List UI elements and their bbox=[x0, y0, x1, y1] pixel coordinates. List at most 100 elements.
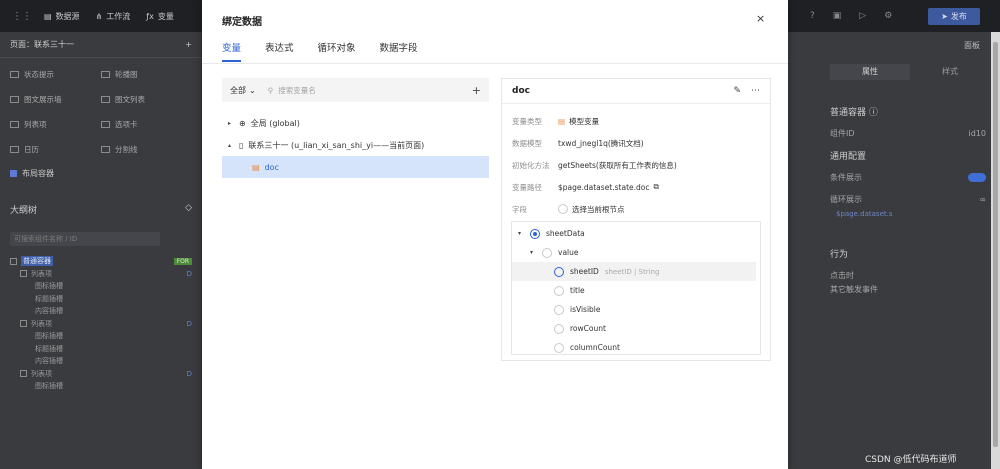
field-radio[interactable] bbox=[554, 304, 564, 315]
field-node[interactable]: columnCount bbox=[512, 338, 760, 357]
outline-node[interactable]: 标题插槽 bbox=[10, 293, 192, 306]
layout-container-group[interactable]: 布局容器 bbox=[0, 166, 202, 181]
layout-icon bbox=[10, 170, 17, 177]
field-node[interactable]: sheetID sheetID | String bbox=[512, 262, 756, 281]
tab-props[interactable]: 属性 bbox=[830, 64, 910, 80]
save-icon[interactable]: ▣ bbox=[833, 11, 842, 21]
expand-icon[interactable]: ◇ bbox=[185, 203, 192, 216]
field-node[interactable]: ▾ sheetData bbox=[512, 224, 760, 243]
select-root-option[interactable]: 选择当前根节点 bbox=[558, 204, 625, 215]
field-radio[interactable] bbox=[554, 285, 564, 296]
variable-menu[interactable]: ƒx 变量 bbox=[146, 11, 174, 22]
add-variable-button[interactable]: + bbox=[472, 84, 481, 97]
caret-right-icon[interactable]: ▸ bbox=[228, 120, 234, 127]
scope-select[interactable]: 全部 ⌄ bbox=[230, 85, 256, 96]
tree-node-doc[interactable]: ▤ doc bbox=[222, 156, 489, 178]
caret-down-icon[interactable]: ▾ bbox=[518, 230, 524, 237]
toolbar-actions: ? ▣ ▷ ⚙ bbox=[810, 0, 892, 32]
left-panel: 页面：联系三十一 + 状态提示 轮播图 图文展示墙 图文列表 列表项 选项卡 日历 分割线 布… bbox=[0, 32, 202, 469]
detail-actions: ✎ ⋯ bbox=[733, 86, 760, 96]
variable-search-input[interactable]: ⚲ 搜索变量名 bbox=[268, 85, 316, 96]
field-radio[interactable] bbox=[554, 323, 564, 334]
add-page-icon[interactable]: + bbox=[185, 40, 192, 49]
settings-icon[interactable]: ⚙ bbox=[884, 11, 892, 21]
field-node[interactable]: ▾ value bbox=[512, 243, 760, 262]
variable-tree: ▸ ⊕ 全局 (global) ▴ ▯ 联系三十一 (u_lian_xi_san… bbox=[222, 112, 489, 178]
detail-title: doc bbox=[512, 86, 530, 96]
outline-node[interactable]: 内容插槽 bbox=[10, 305, 192, 318]
help-icon[interactable]: ? bbox=[810, 11, 815, 21]
field-node[interactable]: title bbox=[512, 281, 760, 300]
link-icon[interactable]: ∞ bbox=[979, 195, 986, 204]
loop-expression[interactable]: $page.dataset.s bbox=[836, 210, 1000, 224]
app-grid-icon[interactable]: ⋮⋮ bbox=[12, 11, 32, 22]
tab-variable[interactable]: 变量 bbox=[222, 40, 242, 62]
field-radio[interactable] bbox=[530, 228, 540, 239]
component-icon bbox=[101, 71, 110, 78]
conditional-toggle[interactable] bbox=[968, 172, 986, 182]
component-icon bbox=[10, 96, 19, 103]
outline-node[interactable]: 标题插槽 bbox=[10, 343, 192, 356]
field-radio[interactable] bbox=[542, 247, 552, 258]
scrollbar-thumb[interactable] bbox=[993, 42, 998, 447]
component-item[interactable]: 轮播图 bbox=[101, 66, 192, 83]
workflow-menu[interactable]: ⋔ 工作流 bbox=[96, 11, 131, 22]
outline-node[interactable]: 内容插槽 bbox=[10, 355, 192, 368]
send-icon: ➤ bbox=[941, 12, 948, 21]
watermark: CSDN @低代码布道师 bbox=[865, 455, 957, 465]
outline-node[interactable]: 图标插槽 bbox=[10, 280, 192, 293]
row-variable-path: 变量路径 $page.dataset.state.doc ⧉ bbox=[512, 182, 659, 192]
row-init-method: 初始化方法 getSheets(获取所有工作表的信息) bbox=[512, 160, 677, 170]
close-icon[interactable]: × bbox=[756, 12, 765, 25]
scrollbar[interactable] bbox=[991, 32, 1000, 469]
collapse-icon[interactable] bbox=[20, 320, 27, 328]
component-item[interactable]: 图文列表 bbox=[101, 91, 192, 108]
fx-icon: ƒx bbox=[146, 11, 154, 21]
tab-loop-object[interactable]: 循环对象 bbox=[318, 40, 356, 62]
component-item[interactable]: 日历 bbox=[10, 141, 101, 158]
field-radio[interactable] bbox=[554, 266, 564, 277]
field-node[interactable]: isVisible bbox=[512, 300, 760, 319]
component-item[interactable]: 分割线 bbox=[101, 141, 192, 158]
tree-node-global[interactable]: ▸ ⊕ 全局 (global) bbox=[222, 112, 489, 134]
field-tree: ▾ sheetData ▾ value sheetID sheetID | String t… bbox=[511, 221, 761, 355]
dynamic-badge: D bbox=[186, 369, 192, 378]
props-tabs: 属性 样式 bbox=[830, 64, 990, 80]
outline-node[interactable]: 图标插槽 bbox=[10, 330, 192, 343]
tree-node-page[interactable]: ▴ ▯ 联系三十一 (u_lian_xi_san_shi_yi——当前页面) bbox=[222, 134, 489, 156]
more-icon[interactable]: ⋯ bbox=[751, 86, 760, 96]
component-item[interactable]: 图文展示墙 bbox=[10, 91, 101, 108]
play-icon[interactable]: ▷ bbox=[859, 11, 866, 21]
component-icon bbox=[101, 146, 110, 153]
outline-node[interactable]: 列表项 D bbox=[10, 318, 192, 331]
outline-node[interactable]: 普通容器 FOR bbox=[10, 255, 192, 268]
datasource-menu[interactable]: ▤ 数据源 bbox=[44, 11, 80, 22]
other-events-row[interactable]: 其它触发事件 bbox=[830, 278, 1000, 300]
collapse-icon[interactable] bbox=[20, 370, 27, 378]
field-radio[interactable] bbox=[554, 342, 564, 353]
component-icon bbox=[10, 71, 19, 78]
caret-down-icon[interactable]: ▾ bbox=[530, 249, 536, 256]
page-selector[interactable]: 页面：联系三十一 + bbox=[0, 32, 202, 58]
tab-style[interactable]: 样式 bbox=[910, 64, 990, 80]
tab-expression[interactable]: 表达式 bbox=[265, 40, 294, 62]
field-node[interactable]: rowCount bbox=[512, 319, 760, 338]
copy-icon[interactable]: ⧉ bbox=[653, 182, 658, 192]
for-badge: FOR bbox=[173, 257, 192, 265]
component-item[interactable]: 列表项 bbox=[10, 116, 101, 133]
outline-node[interactable]: 列表项 D bbox=[10, 268, 192, 281]
outline-node[interactable]: 图标插槽 bbox=[10, 380, 192, 393]
component-icon bbox=[10, 146, 19, 153]
root-radio[interactable] bbox=[558, 204, 568, 214]
outline-node[interactable]: 列表项 D bbox=[10, 368, 192, 381]
tab-data-field[interactable]: 数据字段 bbox=[380, 40, 418, 62]
publish-button[interactable]: ➤ 发布 bbox=[928, 8, 980, 25]
component-item[interactable]: 选项卡 bbox=[101, 116, 192, 133]
component-item[interactable]: 状态提示 bbox=[10, 66, 101, 83]
collapse-icon[interactable] bbox=[20, 270, 27, 278]
dialog-tabs: 变量 表达式 循环对象 数据字段 bbox=[222, 40, 418, 62]
caret-up-icon[interactable]: ▴ bbox=[228, 142, 234, 149]
outline-search-input[interactable]: 可搜索组件名称 / ID bbox=[10, 232, 160, 246]
edit-icon[interactable]: ✎ bbox=[733, 86, 741, 96]
collapse-icon[interactable] bbox=[10, 257, 17, 265]
